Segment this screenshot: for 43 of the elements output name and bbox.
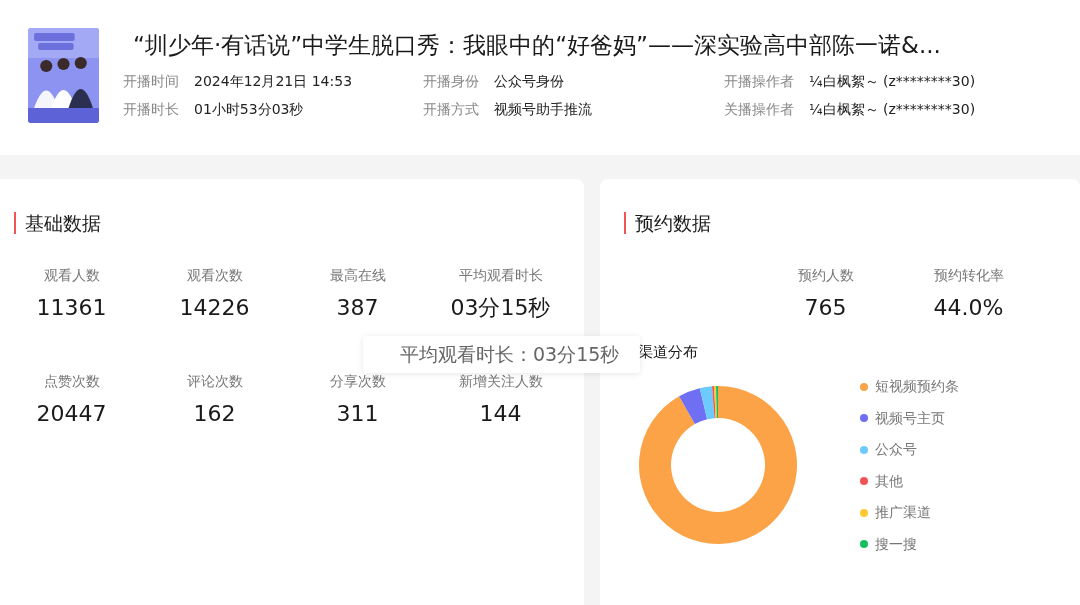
info-label: 开播身份 xyxy=(423,72,479,91)
info-value: 2024年12月21日 14:53 xyxy=(194,72,353,91)
legend-label: 推广渠道 xyxy=(875,503,931,522)
info-label: 关播操作者 xyxy=(724,100,794,119)
metric-value: 765 xyxy=(804,294,847,322)
chart-title: 渠道分布 xyxy=(638,342,699,362)
metric-label: 观看次数 xyxy=(186,266,243,284)
metric-value: 44.0% xyxy=(933,294,1004,322)
info-label: 开播时长 xyxy=(123,100,179,119)
metric-value: 144 xyxy=(479,400,522,428)
section-title: 基础数据 xyxy=(14,212,584,234)
info-label: 开播时间 xyxy=(123,72,179,91)
metric-value: 20447 xyxy=(36,400,107,428)
metric-value: 387 xyxy=(336,294,379,322)
metric-label: 观看人数 xyxy=(43,266,100,284)
section-title: 预约数据 xyxy=(624,212,1080,234)
legend-label: 其他 xyxy=(875,471,903,491)
info-value: 公众号身份 xyxy=(494,72,564,91)
metric-label: 评论次数 xyxy=(186,372,243,390)
live-title: “圳少年·有话说”中学生脱口秀：我眼中的“好爸妈”——深实验高中部陈一诺&... xyxy=(133,31,942,60)
legend-label: 搜一搜 xyxy=(875,534,917,554)
info-value: 01小时53分03秒 xyxy=(194,100,304,119)
info-label: 开播方式 xyxy=(423,100,479,119)
metric-label: 分享次数 xyxy=(329,372,386,390)
info-value: 视频号助手推流 xyxy=(494,100,592,119)
metric-label: 平均观看时长 xyxy=(458,266,543,284)
info-value: ¼白枫絮～ (z********30) xyxy=(809,100,976,119)
legend-label: 视频号主页 xyxy=(875,408,945,428)
metric-value: 162 xyxy=(193,400,236,428)
info-value: ¼白枫絮～ (z********30) xyxy=(809,72,976,91)
metric-label: 最高在线 xyxy=(329,266,386,284)
metric-value: 03分15秒 xyxy=(450,294,551,322)
tooltip: 平均观看时长：03分15秒 xyxy=(363,336,640,373)
metric-label: 预约人数 xyxy=(797,266,854,284)
metric-label: 点赞次数 xyxy=(43,372,100,390)
metric-value: 14226 xyxy=(179,294,250,322)
metric-label: 预约转化率 xyxy=(933,266,1004,284)
metric-value: 311 xyxy=(336,400,379,428)
metric-label: 新增关注人数 xyxy=(458,372,543,390)
metric-value: 11361 xyxy=(36,294,107,322)
legend-label: 公众号 xyxy=(875,440,917,459)
legend-label: 短视频预约条 xyxy=(875,377,959,396)
info-label: 开播操作者 xyxy=(724,72,794,91)
